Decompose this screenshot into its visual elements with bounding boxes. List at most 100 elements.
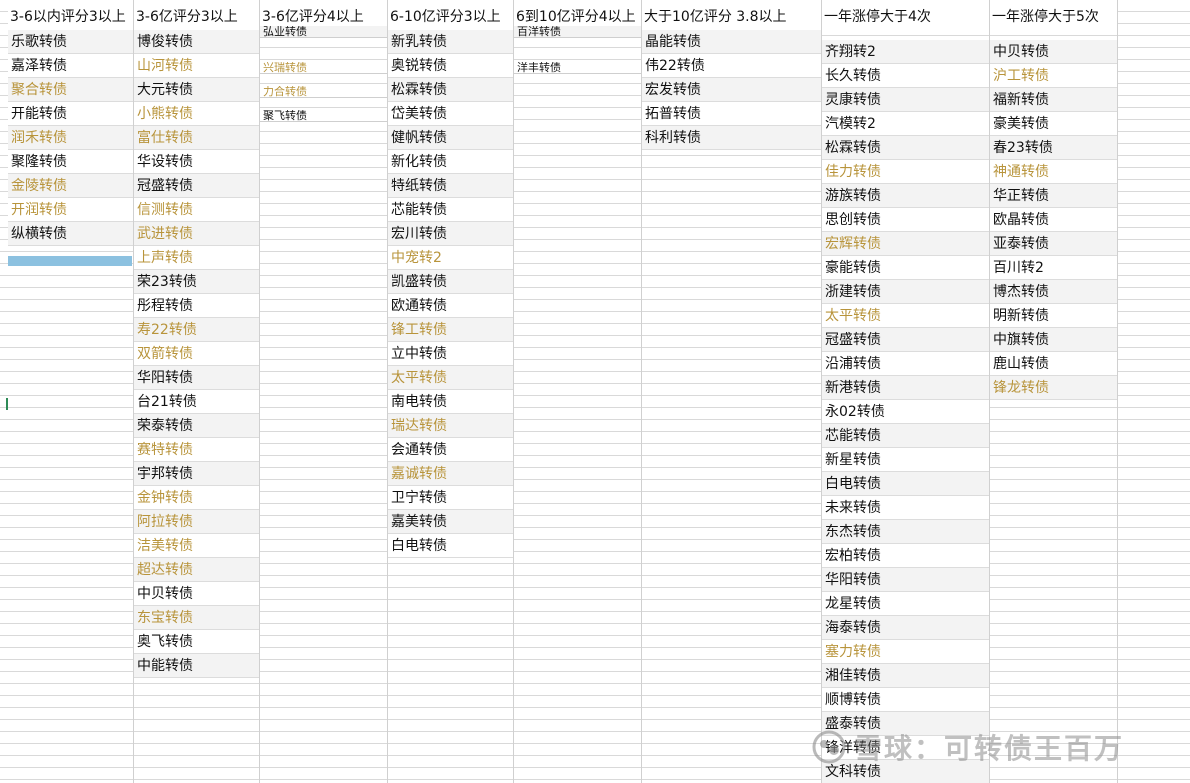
table-cell[interactable]: 乐歌转债 — [8, 30, 133, 54]
empty-cell[interactable] — [514, 38, 641, 50]
table-cell[interactable]: 嘉美转债 — [388, 510, 513, 534]
table-cell[interactable]: 长久转债 — [822, 64, 989, 88]
table-cell[interactable]: 灵康转债 — [822, 88, 989, 112]
table-cell[interactable]: 龙星转债 — [822, 592, 989, 616]
table-cell[interactable]: 华正转债 — [990, 184, 1117, 208]
table-cell[interactable]: 聚合转债 — [8, 78, 133, 102]
table-cell[interactable]: 松霖转债 — [822, 136, 989, 160]
table-cell[interactable]: 汽模转2 — [822, 112, 989, 136]
table-cell[interactable]: 欧晶转债 — [990, 208, 1117, 232]
table-cell[interactable]: 兴瑞转债 — [260, 62, 387, 74]
table-cell[interactable]: 卫宁转债 — [388, 486, 513, 510]
table-cell[interactable]: 神通转债 — [990, 160, 1117, 184]
table-cell[interactable]: 健帆转债 — [388, 126, 513, 150]
table-cell[interactable]: 会通转债 — [388, 438, 513, 462]
table-cell[interactable]: 博俊转债 — [134, 30, 259, 54]
table-cell[interactable]: 塞力转债 — [822, 640, 989, 664]
table-cell[interactable]: 新化转债 — [388, 150, 513, 174]
table-cell[interactable]: 鹿山转债 — [990, 352, 1117, 376]
table-cell[interactable]: 立中转债 — [388, 342, 513, 366]
table-cell[interactable]: 宇邦转债 — [134, 462, 259, 486]
table-cell[interactable]: 湘佳转债 — [822, 664, 989, 688]
table-cell[interactable]: 新港转债 — [822, 376, 989, 400]
table-cell[interactable]: 奥飞转债 — [134, 630, 259, 654]
table-cell[interactable]: 台21转债 — [134, 390, 259, 414]
table-cell[interactable]: 奥锐转债 — [388, 54, 513, 78]
table-cell[interactable]: 中贝转债 — [134, 582, 259, 606]
table-cell[interactable]: 力合转债 — [260, 86, 387, 98]
table-cell[interactable]: 思创转债 — [822, 208, 989, 232]
column-3[interactable]: 3-6亿评分4以上 弘业转债 兴瑞转债 力合转债 聚飞转债 — [260, 0, 388, 783]
table-cell[interactable]: 芯能转债 — [388, 198, 513, 222]
table-cell[interactable]: 科利转债 — [642, 126, 821, 150]
table-cell[interactable]: 未来转债 — [822, 496, 989, 520]
table-cell[interactable]: 洋丰转债 — [514, 62, 641, 74]
table-cell[interactable]: 中旗转债 — [990, 328, 1117, 352]
table-cell[interactable]: 聚飞转债 — [260, 110, 387, 122]
table-cell[interactable]: 金钟转债 — [134, 486, 259, 510]
empty-cell[interactable] — [514, 50, 641, 62]
empty-cell[interactable] — [260, 74, 387, 86]
table-cell[interactable]: 明新转债 — [990, 304, 1117, 328]
table-cell[interactable]: 浙建转债 — [822, 280, 989, 304]
table-cell[interactable]: 海泰转债 — [822, 616, 989, 640]
table-cell[interactable]: 信测转债 — [134, 198, 259, 222]
table-cell[interactable]: 福新转债 — [990, 88, 1117, 112]
table-cell[interactable]: 新星转债 — [822, 448, 989, 472]
column-8[interactable]: 一年涨停大于5次 中贝转债 沪工转债 福新转债 豪美转债 春23转债 神通转债 华正转债 欧晶… — [990, 0, 1118, 783]
table-cell[interactable]: 宏辉转债 — [822, 232, 989, 256]
table-cell[interactable]: 博杰转债 — [990, 280, 1117, 304]
table-cell[interactable]: 华阳转债 — [134, 366, 259, 390]
table-cell[interactable]: 沿浦转债 — [822, 352, 989, 376]
table-cell[interactable]: 百川转2 — [990, 256, 1117, 280]
table-cell[interactable]: 豪美转债 — [990, 112, 1117, 136]
table-cell[interactable]: 洁美转债 — [134, 534, 259, 558]
table-cell[interactable]: 白电转债 — [388, 534, 513, 558]
table-cell[interactable]: 锋工转债 — [388, 318, 513, 342]
table-cell[interactable]: 富仕转债 — [134, 126, 259, 150]
table-cell[interactable]: 沪工转债 — [990, 64, 1117, 88]
table-cell[interactable]: 凯盛转债 — [388, 270, 513, 294]
table-cell[interactable]: 纵横转债 — [8, 222, 133, 246]
table-cell[interactable]: 大元转债 — [134, 78, 259, 102]
table-cell[interactable]: 小熊转债 — [134, 102, 259, 126]
table-cell[interactable]: 宏柏转债 — [822, 544, 989, 568]
table-cell[interactable]: 顺博转债 — [822, 688, 989, 712]
table-cell[interactable]: 春23转债 — [990, 136, 1117, 160]
empty-cell[interactable] — [260, 38, 387, 50]
column-1[interactable]: 3-6以内评分3以上 乐歌转债 嘉泽转债 聚合转债 开能转债 润禾转债 聚隆转债 金陵转债开… — [8, 0, 134, 783]
table-cell[interactable]: 岱美转债 — [388, 102, 513, 126]
table-cell[interactable]: 山河转债 — [134, 54, 259, 78]
table-cell[interactable]: 彤程转债 — [134, 294, 259, 318]
column-7[interactable]: 一年涨停大于4次 齐翔转2 长久转债 灵康转债 汽模转2 松霖转债 佳力转债 游族转债 思创转… — [822, 0, 990, 783]
table-cell[interactable]: 开能转债 — [8, 102, 133, 126]
table-cell[interactable]: 齐翔转2 — [822, 40, 989, 64]
table-cell[interactable]: 豪能转债 — [822, 256, 989, 280]
table-cell[interactable]: 中宠转2 — [388, 246, 513, 270]
table-cell[interactable]: 百洋转债 — [514, 26, 641, 38]
table-cell[interactable]: 超达转债 — [134, 558, 259, 582]
table-cell[interactable]: 华设转债 — [134, 150, 259, 174]
table-cell[interactable]: 赛特转债 — [134, 438, 259, 462]
table-cell[interactable]: 特纸转债 — [388, 174, 513, 198]
table-cell[interactable]: 瑞达转债 — [388, 414, 513, 438]
column-6[interactable]: 大于10亿评分 3.8以上 晶能转债 伟22转债 宏发转债 拓普转债 科利转债 — [642, 0, 822, 783]
table-cell[interactable]: 宏川转债 — [388, 222, 513, 246]
table-cell[interactable]: 佳力转债 — [822, 160, 989, 184]
table-cell[interactable]: 太平转债 — [822, 304, 989, 328]
table-cell[interactable]: 亚泰转债 — [990, 232, 1117, 256]
table-cell[interactable]: 弘业转债 — [260, 26, 387, 38]
selected-cell-highlight[interactable] — [8, 256, 132, 266]
table-cell[interactable]: 拓普转债 — [642, 102, 821, 126]
column-5[interactable]: 6到10亿评分4以上 百洋转债 洋丰转债 — [514, 0, 642, 783]
table-cell[interactable]: 锋洋转债 — [822, 736, 989, 760]
table-cell[interactable]: 东杰转债 — [822, 520, 989, 544]
table-cell[interactable]: 聚隆转债 — [8, 150, 133, 174]
column-2[interactable]: 3-6亿评分3以上 博俊转债 山河转债 大元转债 小熊转债 富仕转债 华设转债 冠盛转债 信测… — [134, 0, 260, 783]
table-cell[interactable]: 上声转债 — [134, 246, 259, 270]
table-cell[interactable]: 荣泰转债 — [134, 414, 259, 438]
table-cell[interactable]: 芯能转债 — [822, 424, 989, 448]
table-cell[interactable]: 华阳转债 — [822, 568, 989, 592]
table-cell[interactable]: 东宝转债 — [134, 606, 259, 630]
table-cell[interactable]: 晶能转债 — [642, 30, 821, 54]
